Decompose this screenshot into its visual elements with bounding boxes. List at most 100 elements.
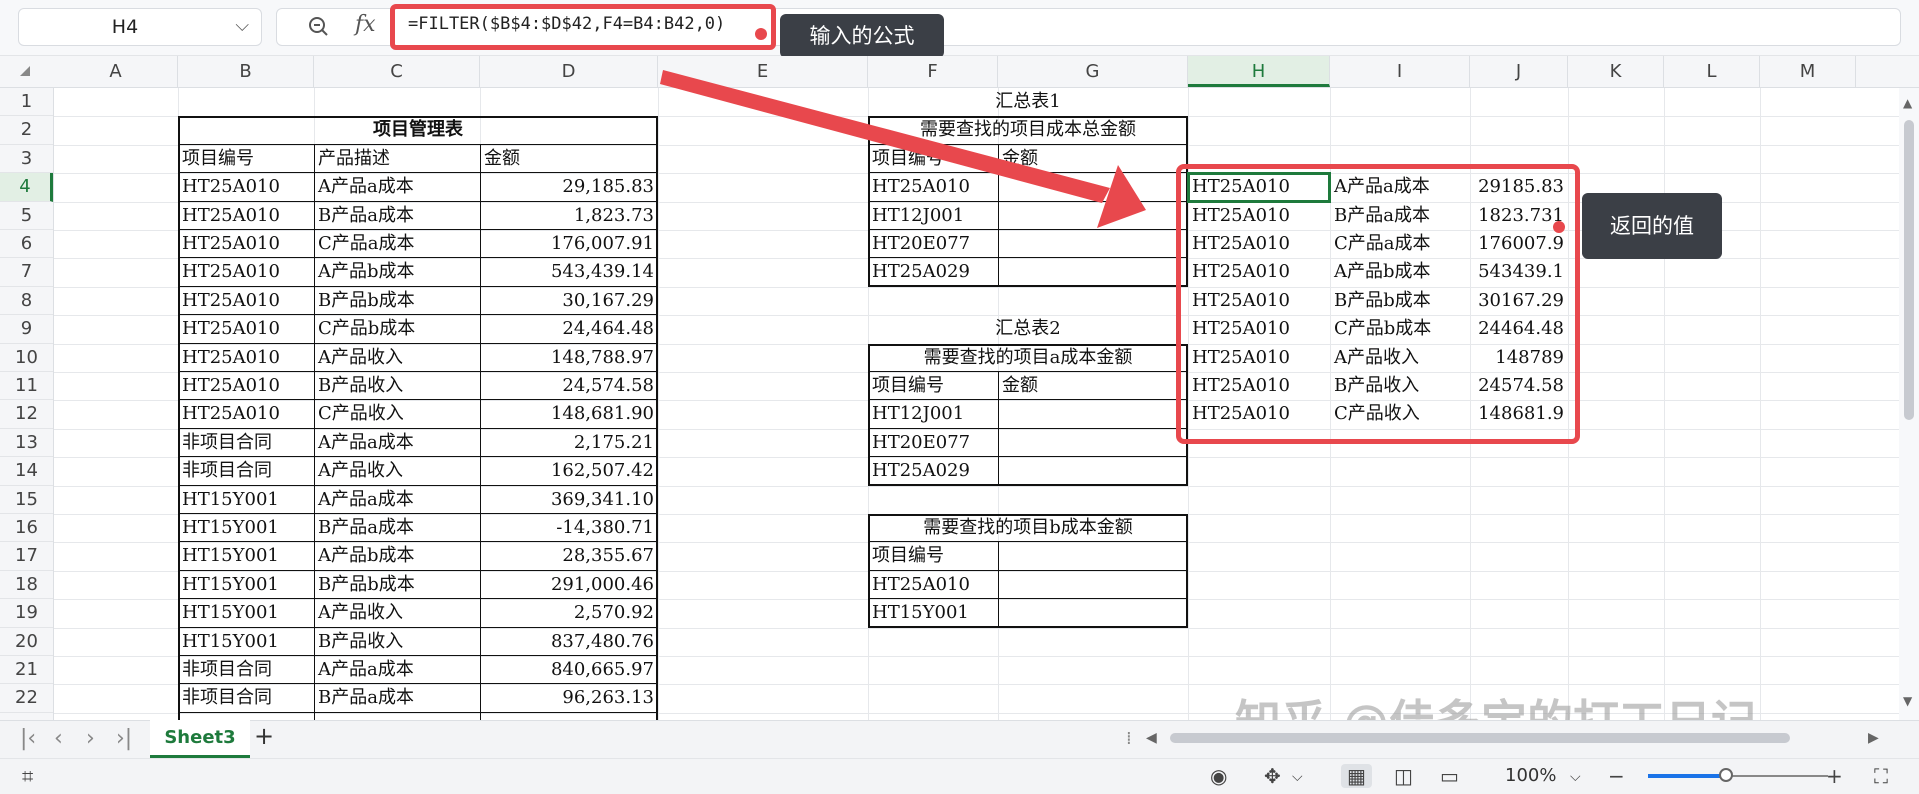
table-cell[interactable]: A产品b成本: [314, 258, 480, 286]
column-header-b[interactable]: B: [178, 56, 314, 87]
summary1-title[interactable]: 需要查找的项目成本总金额: [868, 116, 1188, 144]
table-cell[interactable]: HT12J001: [868, 202, 998, 230]
table-cell[interactable]: B产品a成本: [314, 514, 480, 542]
row-header-22[interactable]: 22: [0, 684, 53, 713]
zoom-in-icon[interactable]: +: [1826, 764, 1843, 788]
scroll-right-icon[interactable]: ▶: [1868, 730, 1879, 746]
fullscreen-icon[interactable]: ⛶: [1874, 764, 1888, 788]
prev-sheet-icon[interactable]: ‹: [54, 726, 63, 751]
zoom-slider-knob[interactable]: [1719, 768, 1733, 782]
split-handle-icon[interactable]: ⁞: [1126, 728, 1132, 749]
row-header-17[interactable]: 17: [0, 542, 53, 571]
table-cell[interactable]: B产品a成本: [314, 684, 480, 712]
scroll-up-icon[interactable]: ▲: [1903, 96, 1912, 110]
column-header-h[interactable]: H: [1188, 56, 1330, 87]
table-cell[interactable]: HT15Y001: [178, 542, 314, 570]
table-cell[interactable]: HT25A010: [178, 173, 314, 201]
table-cell[interactable]: HT15Y001: [868, 599, 998, 627]
row-header-11[interactable]: 11: [0, 372, 53, 401]
table-cell[interactable]: -14,380.71: [480, 514, 658, 542]
summary2-caption[interactable]: 汇总表2: [868, 315, 1188, 343]
row-header-16[interactable]: 16: [0, 514, 53, 543]
table-cell[interactable]: 28,355.67: [480, 542, 658, 570]
row-header-4[interactable]: 4: [0, 173, 53, 202]
table-cell[interactable]: HT15Y001: [178, 514, 314, 542]
table-cell[interactable]: B产品a成本: [314, 202, 480, 230]
next-sheet-icon[interactable]: ›: [86, 726, 95, 751]
row-header-7[interactable]: 7: [0, 258, 53, 287]
fx-icon[interactable]: fx: [355, 12, 376, 37]
table-header[interactable]: 项目编号: [178, 145, 314, 173]
page-layout-icon[interactable]: ◫: [1394, 764, 1413, 788]
scroll-down-icon[interactable]: ▼: [1903, 694, 1912, 708]
first-sheet-icon[interactable]: |‹: [20, 726, 36, 751]
horizontal-scroll-thumb[interactable]: [1170, 733, 1790, 743]
select-all-corner[interactable]: [20, 66, 30, 76]
add-sheet-icon[interactable]: +: [254, 722, 274, 750]
table-cell[interactable]: HT25A010: [178, 372, 314, 400]
column-header-l[interactable]: L: [1664, 56, 1760, 87]
summary3-title[interactable]: 需要查找的项目b成本金额: [868, 514, 1188, 542]
table-cell[interactable]: 291,000.46: [480, 571, 658, 599]
zoom-out-icon[interactable]: −: [1608, 764, 1625, 788]
table-header[interactable]: 项目编号: [868, 542, 998, 570]
row-header-19[interactable]: 19: [0, 599, 53, 628]
normal-view-icon[interactable]: ▦: [1341, 764, 1372, 788]
table-cell[interactable]: HT25A010: [178, 287, 314, 315]
table-header[interactable]: 产品描述: [314, 145, 480, 173]
table-cell[interactable]: 148,788.97: [480, 344, 658, 372]
table-cell[interactable]: 非项目合同: [178, 457, 314, 485]
row-header-8[interactable]: 8: [0, 287, 53, 316]
table-cell[interactable]: 30,167.29: [480, 287, 658, 315]
table-cell[interactable]: 非项目合同: [178, 684, 314, 712]
table-cell[interactable]: A产品收入: [314, 457, 480, 485]
table-cell[interactable]: HT25A010: [178, 315, 314, 343]
column-header-m[interactable]: M: [1760, 56, 1856, 87]
table-cell[interactable]: HT25A010: [868, 571, 998, 599]
table-cell[interactable]: 非项目合同: [178, 429, 314, 457]
chevron-down-icon[interactable]: ⌵: [1292, 769, 1303, 785]
table-cell[interactable]: HT25A010: [178, 400, 314, 428]
table-cell[interactable]: 176,007.91: [480, 230, 658, 258]
table-cell[interactable]: HT25A010: [178, 344, 314, 372]
row-header-15[interactable]: 15: [0, 486, 53, 514]
table-header[interactable]: 项目编号: [868, 372, 998, 400]
table-cell[interactable]: 369,341.10: [480, 486, 658, 514]
table-cell[interactable]: 非项目合同: [178, 656, 314, 684]
column-header-g[interactable]: G: [998, 56, 1188, 87]
table-cell[interactable]: HT20E077: [868, 230, 998, 258]
summary2-title[interactable]: 需要查找的项目a成本金额: [868, 344, 1188, 372]
table-cell[interactable]: 24,464.48: [480, 315, 658, 343]
table-cell[interactable]: 2,570.92: [480, 599, 658, 627]
table-cell[interactable]: 24,574.58: [480, 372, 658, 400]
row-header-10[interactable]: 10: [0, 344, 53, 372]
column-header-a[interactable]: A: [54, 56, 178, 87]
zoom-search-icon[interactable]: [306, 14, 330, 38]
row-header-2[interactable]: 2: [0, 116, 53, 145]
table-cell[interactable]: A产品收入: [314, 344, 480, 372]
summary1-caption[interactable]: 汇总表1: [868, 88, 1188, 116]
row-header-18[interactable]: 18: [0, 571, 53, 600]
table-header[interactable]: 金额: [998, 145, 1188, 173]
eye-protect-icon[interactable]: ◉: [1210, 764, 1227, 788]
table-header[interactable]: 金额: [998, 372, 1188, 400]
main-table-title[interactable]: 项目管理表: [178, 116, 658, 144]
row-header-12[interactable]: 12: [0, 400, 53, 429]
table-cell[interactable]: A产品收入: [314, 599, 480, 627]
table-cell[interactable]: 837,480.76: [480, 628, 658, 656]
table-cell[interactable]: B产品b成本: [314, 571, 480, 599]
table-cell[interactable]: HT12J001: [868, 400, 998, 428]
column-header-e[interactable]: E: [658, 56, 868, 87]
table-cell[interactable]: HT20E077: [868, 429, 998, 457]
page-break-icon[interactable]: ▭: [1440, 764, 1459, 788]
table-cell[interactable]: C产品b成本: [314, 315, 480, 343]
row-header-6[interactable]: 6: [0, 230, 53, 259]
table-cell[interactable]: HT25A029: [868, 457, 998, 485]
row-header-5[interactable]: 5: [0, 202, 53, 230]
table-cell[interactable]: B产品收入: [314, 372, 480, 400]
row-header-9[interactable]: 9: [0, 315, 53, 344]
table-cell[interactable]: HT25A010: [868, 173, 998, 201]
table-cell[interactable]: B产品收入: [314, 628, 480, 656]
column-header-i[interactable]: I: [1330, 56, 1470, 87]
row-header-14[interactable]: 14: [0, 457, 53, 486]
